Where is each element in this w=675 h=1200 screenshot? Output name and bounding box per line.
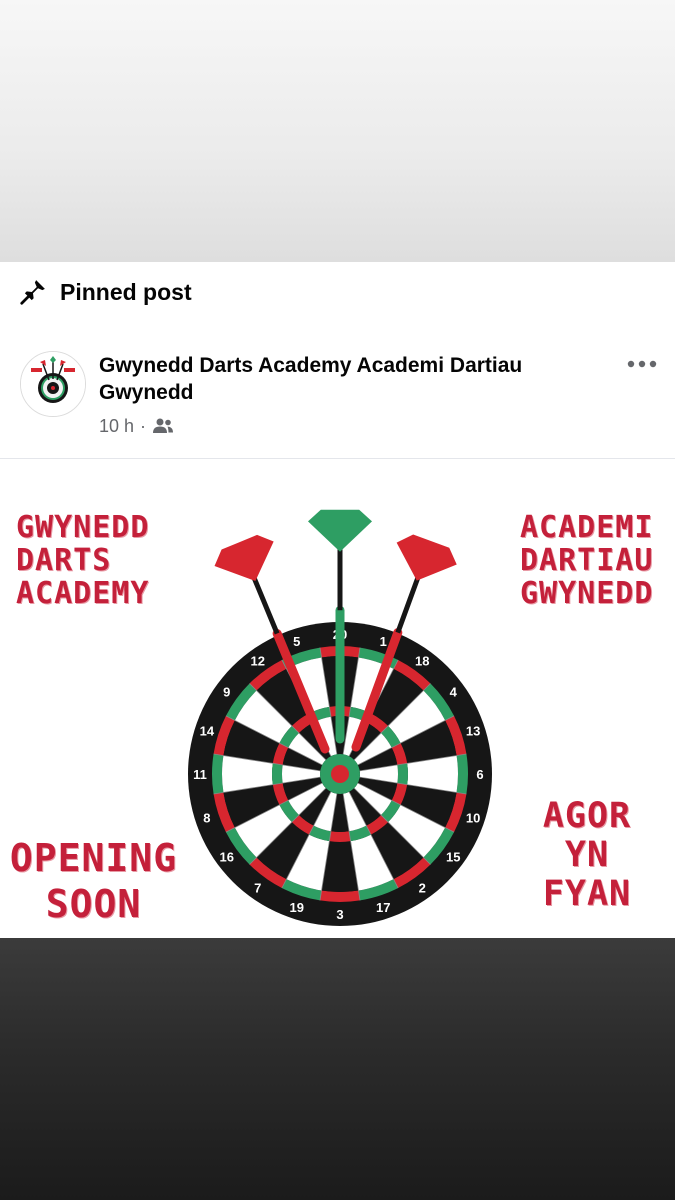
opening-soon-text: OPENING SOON xyxy=(6,835,181,927)
triple-ring-segment xyxy=(329,831,351,842)
triple-ring-segment xyxy=(397,763,409,785)
board-number: 12 xyxy=(250,654,264,669)
opening-soon-line: OPENING xyxy=(9,836,178,880)
board-number: 5 xyxy=(293,634,300,649)
headline-english-line: DARTS xyxy=(16,543,112,578)
pinned-post-header: Pinned post xyxy=(18,276,192,308)
headline-welsh: ACADEMI DARTIAU GWYNEDD xyxy=(520,510,654,611)
board-number: 17 xyxy=(376,900,390,915)
story-bottom-background xyxy=(0,938,675,1200)
triple-ring-segment xyxy=(272,763,283,785)
board-number: 14 xyxy=(200,724,215,739)
dart-flight xyxy=(214,534,274,581)
avatar-dartboard-logo xyxy=(21,352,85,416)
headline-welsh-line: DARTIAU xyxy=(520,543,654,578)
double-ring-segment xyxy=(212,753,224,795)
meta-separator: · xyxy=(140,415,147,436)
board-number: 7 xyxy=(254,880,261,895)
board-number: 15 xyxy=(446,849,460,864)
dart-shaft xyxy=(395,575,421,634)
board-number: 4 xyxy=(450,685,458,700)
board-number: 16 xyxy=(220,849,234,864)
board-number: 11 xyxy=(193,767,207,782)
board-number: 1 xyxy=(380,634,387,649)
headline-english-line: ACADEMY xyxy=(16,576,150,611)
dart-flight xyxy=(308,509,372,552)
double-ring-segment xyxy=(456,753,468,795)
pin-icon xyxy=(20,280,45,305)
page-avatar[interactable] xyxy=(20,351,86,417)
agor-line: FYAN xyxy=(542,874,632,914)
board-number: 13 xyxy=(466,724,480,739)
dart-shaft xyxy=(251,575,280,635)
board-number: 9 xyxy=(223,685,230,700)
double-ring-segment xyxy=(319,890,361,902)
board-number: 10 xyxy=(466,810,480,825)
headline-english: GWYNEDD DARTS ACADEMY xyxy=(16,511,149,610)
friends-icon xyxy=(153,418,174,433)
headline-english-line: GWYNEDD xyxy=(16,510,150,545)
agor-line: AGOR xyxy=(542,796,632,836)
board-number: 8 xyxy=(203,810,210,825)
page-name[interactable]: Gwynedd Darts Academy Academi Dartiau Gw… xyxy=(99,352,579,406)
board-number: 2 xyxy=(419,880,426,895)
more-options-button[interactable] xyxy=(622,350,662,378)
board-number: 3 xyxy=(336,907,343,922)
board-number: 18 xyxy=(415,654,429,669)
post-image[interactable]: 2011841361015217319716811149125 GWYNEDD … xyxy=(0,459,675,938)
pinned-post-label: Pinned post xyxy=(60,278,192,305)
headline-welsh-line: GWYNEDD xyxy=(520,576,654,611)
board-number: 6 xyxy=(476,767,483,782)
post-time[interactable]: 10 h xyxy=(99,416,134,437)
dart-flight xyxy=(396,534,457,581)
agor-line: YN xyxy=(564,835,610,875)
opening-soon-line: SOON xyxy=(45,882,142,926)
bullseye xyxy=(331,765,349,783)
story-top-background xyxy=(0,0,675,262)
agor-yn-fyan-text: AGOR YN FYAN xyxy=(540,797,634,914)
board-number: 19 xyxy=(290,900,304,915)
headline-welsh-line: ACADEMI xyxy=(520,510,654,545)
post-meta: 10 h · xyxy=(99,414,174,438)
more-options-icon xyxy=(627,360,657,368)
